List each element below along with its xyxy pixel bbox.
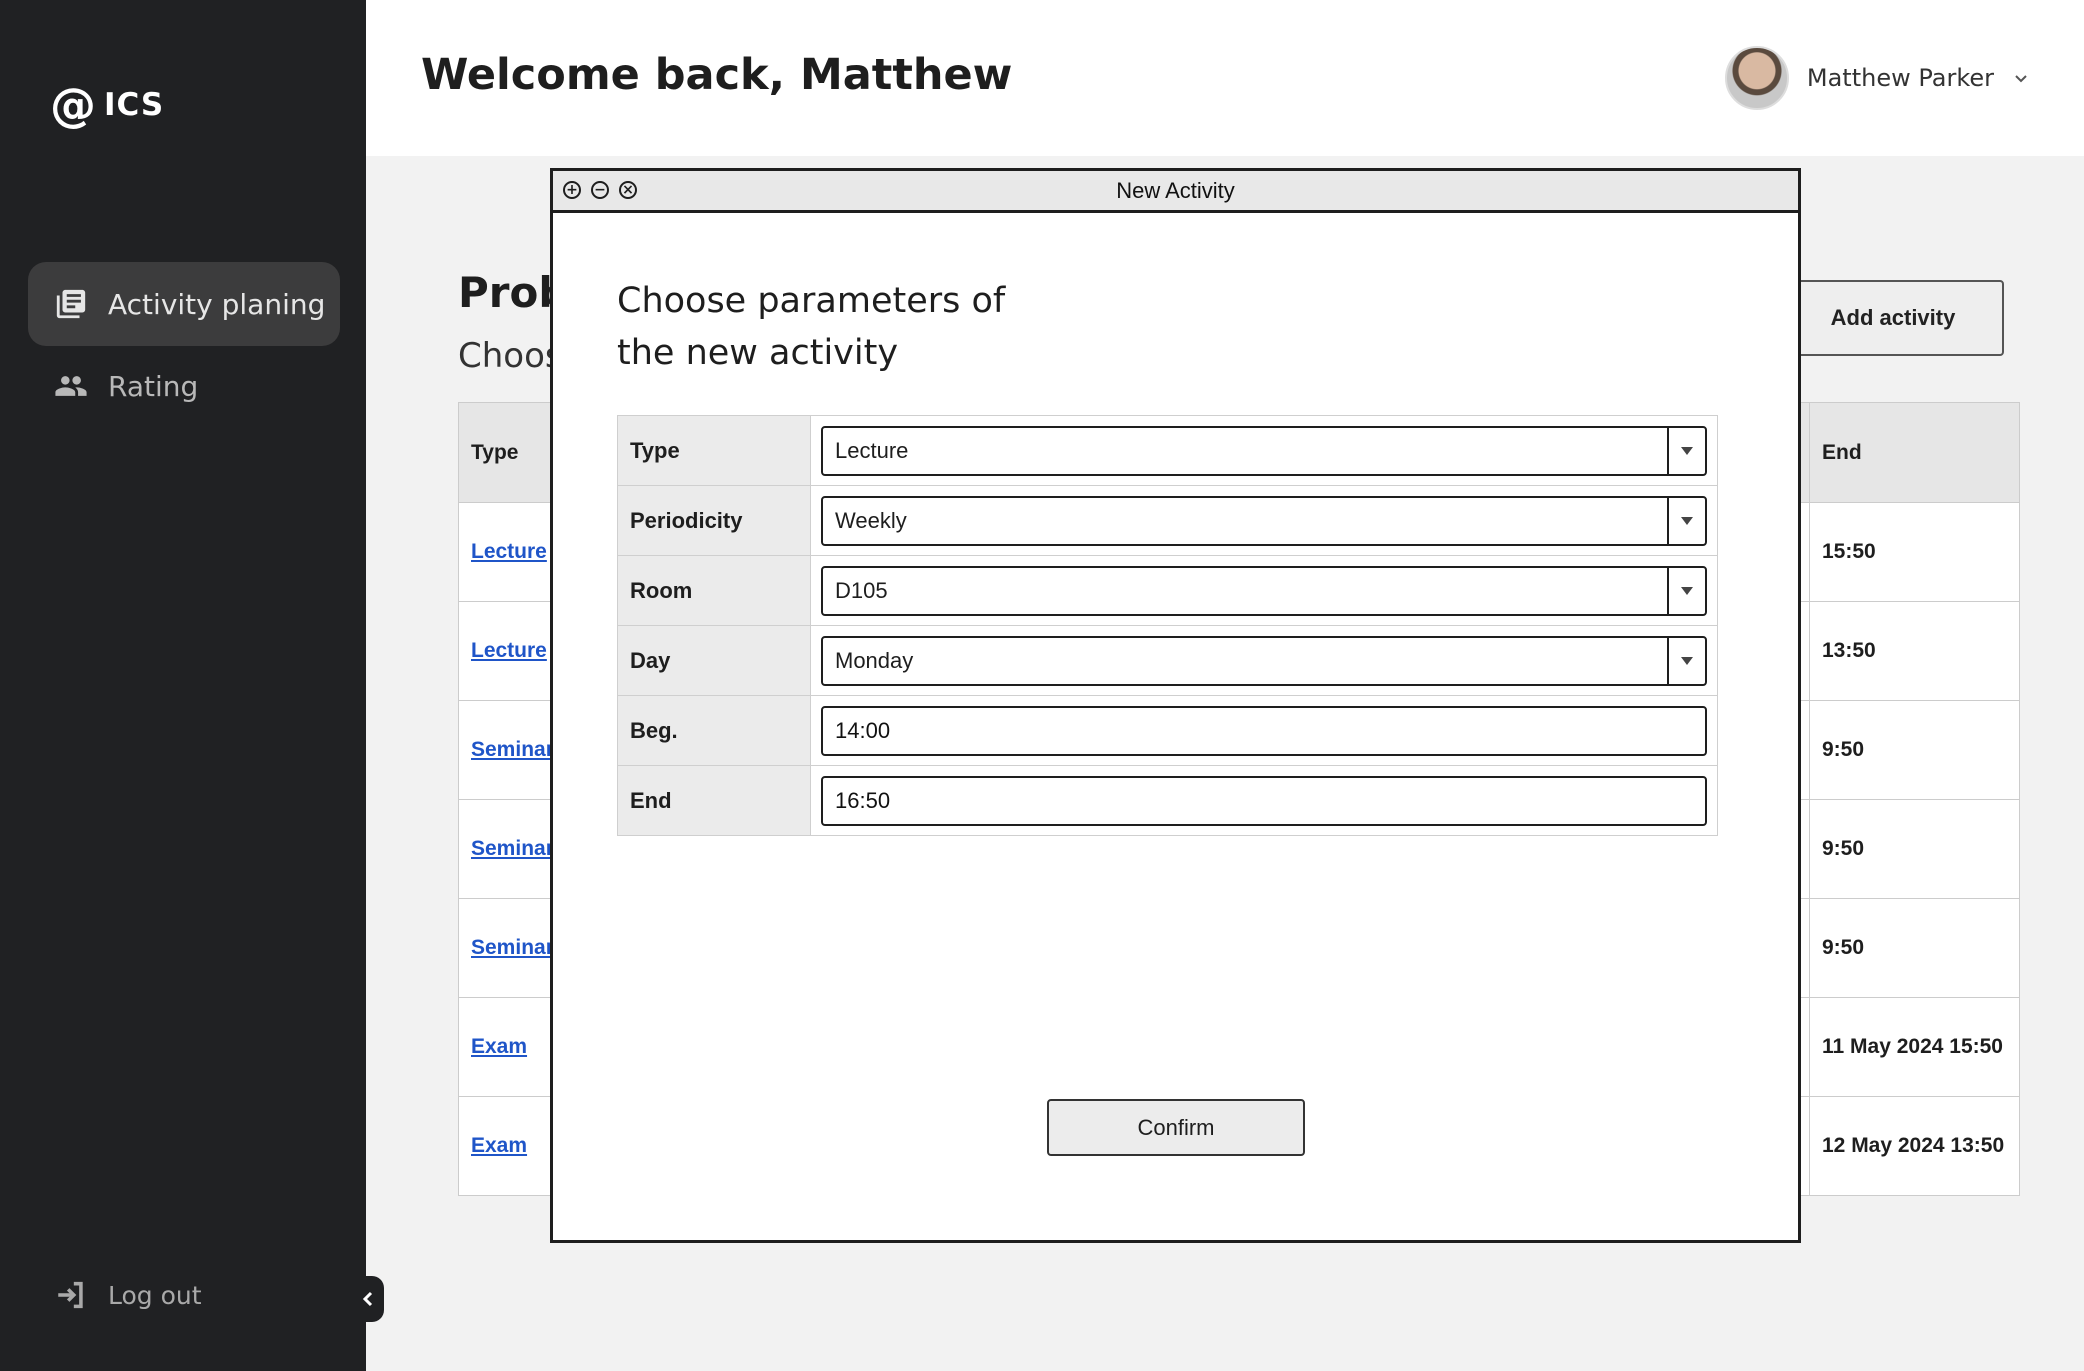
parameters-table: Type Lecture Periodicity Weekly Room D10… — [617, 415, 1718, 836]
room-select-value: D105 — [835, 577, 888, 603]
type-select-value: Lecture — [835, 437, 909, 463]
chevron-left-icon — [362, 1291, 373, 1307]
begin-time-input[interactable] — [821, 705, 1707, 756]
logout-label: Log out — [108, 1280, 202, 1310]
header: Welcome back, Matthew Matthew Parker — [366, 0, 2084, 156]
dialog-heading: Choose parameters of the new activity — [617, 275, 1137, 379]
activity-type-link[interactable]: Lecture — [471, 540, 547, 563]
type-select[interactable]: Lecture — [821, 425, 1707, 476]
activity-type-link[interactable]: Seminar — [471, 837, 554, 860]
app-logo[interactable]: @ ICS — [50, 82, 164, 128]
column-header-end: End — [1809, 402, 2020, 503]
activity-end: 13:50 — [1809, 601, 2020, 701]
window-controls: + − × — [563, 181, 637, 199]
logo-name: ICS — [104, 87, 165, 123]
periodicity-select[interactable]: Weekly — [821, 495, 1707, 546]
day-select-value: Monday — [835, 647, 914, 673]
sidebar: @ ICS Activity planing Rating Log out — [0, 0, 366, 1371]
dialog-heading-line2: the new activity — [617, 333, 899, 373]
sidebar-item-rating[interactable]: Rating — [28, 344, 340, 428]
param-row-end: End — [617, 765, 1718, 836]
people-icon — [55, 376, 87, 396]
activity-end: 9:50 — [1809, 700, 2020, 800]
param-row-type: Type Lecture — [617, 415, 1718, 486]
dropdown-arrow-icon[interactable] — [1667, 637, 1705, 684]
dropdown-arrow-icon[interactable] — [1667, 497, 1705, 544]
param-label-periodicity: Periodicity — [617, 485, 811, 556]
activity-end: 11 May 2024 15:50 — [1809, 997, 2020, 1097]
library-books-icon — [56, 289, 86, 319]
close-icon[interactable]: × — [619, 181, 637, 199]
logout-icon — [58, 1281, 83, 1309]
activity-type-link[interactable]: Seminar — [471, 738, 554, 761]
param-row-beg: Beg. — [617, 695, 1718, 766]
user-menu[interactable]: Matthew Parker — [1724, 46, 2030, 110]
param-label-end: End — [617, 765, 811, 836]
dialog-title-bar[interactable]: + − × New Activity — [553, 171, 1798, 213]
activity-type-link[interactable]: Lecture — [471, 639, 547, 662]
sidebar-item-label: Rating — [108, 369, 199, 403]
user-name: Matthew Parker — [1806, 64, 1994, 92]
confirm-button[interactable]: Confirm — [1047, 1099, 1305, 1156]
dropdown-arrow-icon[interactable] — [1667, 567, 1705, 614]
param-label-beg: Beg. — [617, 695, 811, 766]
activity-type-link[interactable]: Exam — [471, 1035, 527, 1058]
activity-end: 9:50 — [1809, 898, 2020, 998]
param-label-type: Type — [617, 415, 811, 486]
maximize-icon[interactable]: + — [563, 181, 581, 199]
param-row-periodicity: Periodicity Weekly — [617, 485, 1718, 556]
activity-type-link[interactable]: Seminar — [471, 936, 554, 959]
page-welcome-title: Welcome back, Matthew — [421, 50, 1013, 100]
sidebar-item-activity-planing[interactable]: Activity planing — [28, 262, 340, 346]
dialog-title: New Activity — [1116, 177, 1235, 203]
avatar — [1724, 46, 1789, 110]
activity-type-link[interactable]: Exam — [471, 1134, 527, 1157]
page-subtitle: Choos — [458, 336, 563, 376]
collapse-sidebar-button[interactable] — [352, 1276, 384, 1322]
activity-end: 12 May 2024 13:50 — [1809, 1096, 2020, 1196]
periodicity-select-value: Weekly — [835, 507, 907, 533]
param-label-day: Day — [617, 625, 811, 696]
dialog-heading-line1: Choose parameters of — [617, 281, 1006, 321]
chevron-down-icon — [2015, 75, 2027, 83]
param-row-room: Room D105 — [617, 555, 1718, 626]
room-select[interactable]: D105 — [821, 565, 1707, 616]
logo-at-symbol: @ — [50, 78, 96, 132]
new-activity-dialog: + − × New Activity Choose parameters of … — [550, 168, 1801, 1243]
day-select[interactable]: Monday — [821, 635, 1707, 686]
logout-link[interactable]: Log out — [54, 1278, 202, 1312]
activity-end: 9:50 — [1809, 799, 2020, 899]
sidebar-item-label: Activity planing — [108, 287, 326, 321]
param-row-day: Day Monday — [617, 625, 1718, 696]
dropdown-arrow-icon[interactable] — [1667, 427, 1705, 474]
param-label-room: Room — [617, 555, 811, 626]
minimize-icon[interactable]: − — [591, 181, 609, 199]
add-activity-button[interactable]: Add activity — [1782, 280, 2004, 356]
end-time-input[interactable] — [821, 775, 1707, 826]
activity-end: 15:50 — [1809, 502, 2020, 602]
